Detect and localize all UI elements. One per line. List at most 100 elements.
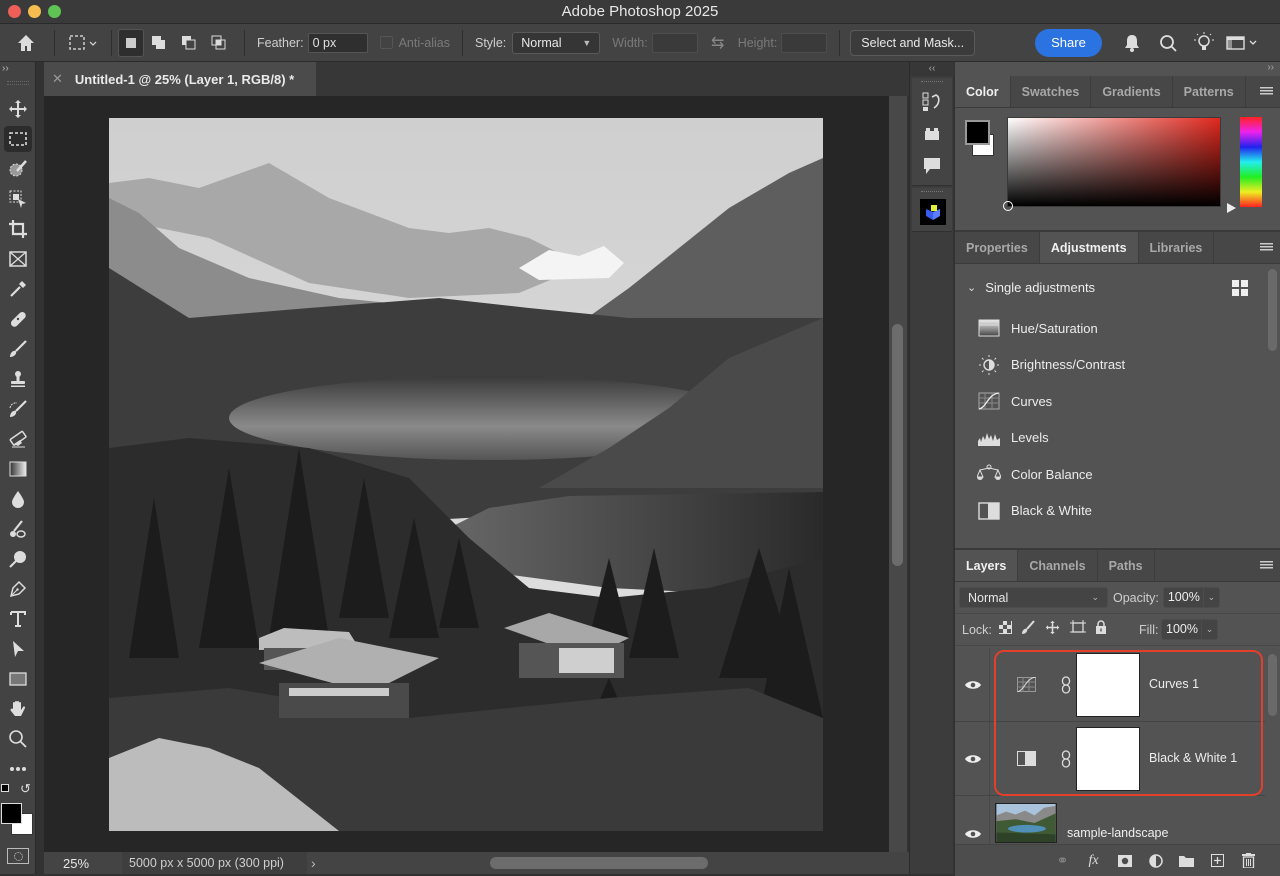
adjustments-scrollbar[interactable] [1268,269,1277,351]
home-button[interactable] [4,28,48,58]
eye-visibility-icon[interactable] [964,828,982,840]
marquee-preset-picker[interactable] [61,28,105,58]
clone-stamp-tool[interactable] [4,366,32,392]
adjustment-curves[interactable]: Curves [955,383,1280,420]
eye-visibility-icon[interactable] [964,679,982,691]
layers-panel-menu-button[interactable] [1260,558,1274,572]
select-and-mask-button[interactable]: Select and Mask... [850,29,976,56]
opacity-value[interactable]: 100% [1164,588,1204,607]
expand-panels-button[interactable]: ›› [1267,62,1274,73]
layer-image-thumbnail[interactable] [995,803,1057,843]
swap-dimensions-button[interactable]: ⇆ [698,33,738,53]
default-colors-button[interactable] [1,784,12,795]
height-input[interactable] [781,32,828,53]
color-fg-swatch[interactable] [965,120,990,145]
document-canvas[interactable] [109,118,823,831]
grid-view-icon[interactable] [1232,280,1248,296]
adjustment-levels[interactable]: Levels [955,420,1280,457]
tab-layers[interactable]: Layers [955,550,1019,581]
horizontal-scrollbar[interactable] [324,852,909,874]
add-to-selection-button[interactable] [144,29,174,57]
adjustment-brightness-contrast[interactable]: Brightness/Contrast [955,347,1280,384]
share-button[interactable]: Share [1035,28,1102,57]
tab-patterns[interactable]: Patterns [1173,76,1246,107]
zoom-tool[interactable] [4,726,32,752]
lock-transparent-pixels-button[interactable] [998,620,1021,639]
hue-slider[interactable] [1240,117,1262,207]
eraser-tool[interactable] [4,426,32,452]
delete-layer-button[interactable] [1233,853,1264,868]
history-brush-tool[interactable] [4,396,32,422]
color-picker-handle[interactable] [1003,201,1013,211]
new-selection-button[interactable] [118,28,144,57]
quick-mask-button[interactable] [7,848,29,864]
gradient-tool[interactable] [4,456,32,482]
quick-selection-tool[interactable] [4,156,32,182]
document-info[interactable]: 5000 px x 5000 px (300 ppi) [122,852,307,874]
lock-position-button[interactable] [1045,620,1070,640]
notifications-button[interactable] [1114,29,1150,57]
eye-visibility-icon[interactable] [964,753,982,765]
smudge-tool[interactable] [4,516,32,542]
frame-tool[interactable] [4,246,32,272]
tab-adjustments[interactable]: Adjustments [1039,232,1139,263]
tab-paths[interactable]: Paths [1098,550,1155,581]
canvas-area[interactable] [44,96,889,852]
history-panel-button[interactable] [922,92,942,117]
search-button[interactable] [1150,29,1186,57]
opacity-dropdown[interactable]: ⌄ [1204,588,1219,607]
adjustment-color-balance[interactable]: Color Balance [955,456,1280,493]
pen-tool[interactable] [4,576,32,602]
intersect-selection-button[interactable] [204,29,234,57]
layers-scrollbar[interactable] [1268,654,1277,716]
new-layer-button[interactable] [1202,854,1233,867]
feather-input[interactable]: 0 px [307,32,368,53]
swap-colors-button[interactable]: ↺ [20,781,31,797]
collapse-panels-button[interactable]: ‹‹ [910,62,954,76]
3d-plugin-button[interactable] [920,199,946,225]
toolbar-grip[interactable] [7,81,29,85]
zoom-level[interactable]: 25% [44,856,122,871]
path-selection-tool[interactable] [4,636,32,662]
tab-color[interactable]: Color [955,76,1011,107]
plugins-panel-button[interactable] [922,126,942,147]
tab-swatches[interactable]: Swatches [1011,76,1092,107]
opacity-input[interactable]: 100% ⌄ [1162,587,1220,608]
subtract-from-selection-button[interactable] [174,29,204,57]
document-tab[interactable]: ✕ Untitled-1 @ 25% (Layer 1, RGB/8) * [44,62,316,96]
rectangle-tool[interactable] [4,666,32,692]
tab-properties[interactable]: Properties [955,232,1040,263]
adjustments-panel-menu-button[interactable] [1260,240,1274,254]
eyedropper-tool[interactable] [4,276,32,302]
horizontal-scroll-thumb[interactable] [490,857,708,869]
lock-image-pixels-button[interactable] [1021,620,1045,639]
blend-mode-select[interactable]: Normal ⌄ [959,587,1108,608]
add-mask-button[interactable] [1109,854,1140,867]
marquee-tool[interactable] [4,126,32,152]
width-input[interactable] [651,32,698,53]
tab-libraries[interactable]: Libraries [1139,232,1215,263]
lock-all-button[interactable] [1095,620,1119,639]
layer-name[interactable]: sample-landscape [1067,826,1168,840]
color-panel-menu-button[interactable] [1260,84,1274,98]
vertical-scrollbar[interactable] [889,96,907,852]
close-tab-icon[interactable]: ✕ [52,71,63,87]
new-adjustment-layer-button[interactable] [1140,853,1171,868]
collapse-toolbar-button[interactable]: ›› [2,63,9,74]
single-adjustments-header[interactable]: ⌄ Single adjustments [955,264,1280,310]
saturation-brightness-field[interactable] [1003,117,1221,211]
discover-button[interactable] [1186,29,1222,57]
dodge-tool[interactable] [4,546,32,572]
new-group-button[interactable] [1171,855,1202,867]
move-tool[interactable] [4,96,32,122]
link-layers-button[interactable]: ⚭ [1047,852,1078,869]
vertical-scroll-thumb[interactable] [892,324,903,566]
lock-artboard-button[interactable] [1069,619,1095,640]
style-select[interactable]: Normal ▼ [512,31,601,54]
add-layer-style-button[interactable]: fx [1078,853,1109,869]
workspace-button[interactable] [1222,29,1262,57]
tab-channels[interactable]: Channels [1018,550,1098,581]
hue-slider-handle[interactable] [1227,203,1236,213]
brush-tool[interactable] [4,336,32,362]
blur-tool[interactable] [4,486,32,512]
